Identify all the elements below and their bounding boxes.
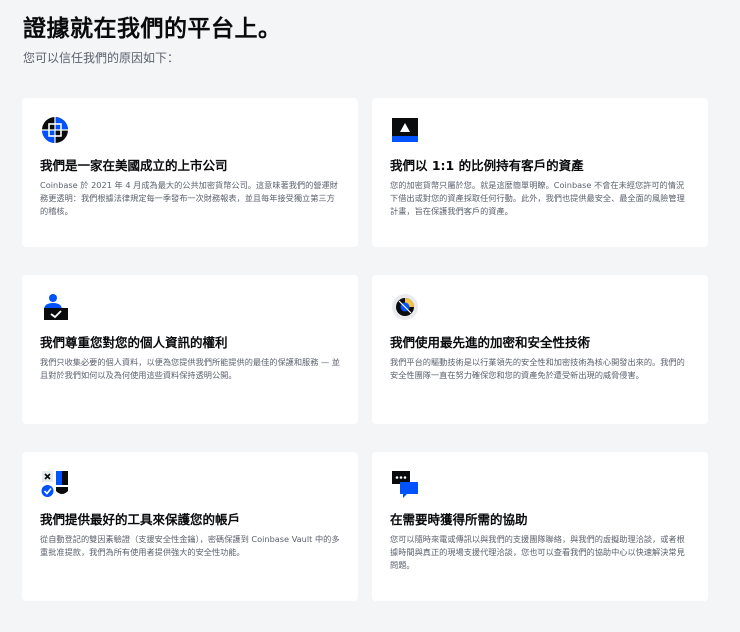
trust-reasons-grid: 我們是一家在美國成立的上市公司 Coinbase 於 2021 年 4 月成為最… [22, 98, 708, 601]
card-asset-custody: 我們以 1:1 的比例持有客戶的資產 您的加密貨幣只屬於您。就是這麼簡單明瞭。C… [372, 98, 708, 247]
card-privacy: 我們尊重您對您的個人資訊的權利 我們只收集必要的個人資料，以便為您提供我們所能提… [22, 275, 358, 424]
card-encryption: 我們使用最先進的加密和安全性技術 我們平台的驅動技術是以行業領先的安全性和加密技… [372, 275, 708, 424]
card-support: 在需要時獲得所需的協助 您可以隨時來電或傳訊以與我們的支援團隊聯絡，與我們的虛擬… [372, 452, 708, 601]
card-description: 從自動登記的雙因素驗證（支援安全性金鑰），密碼保護到 Coinbase Vaul… [40, 534, 340, 557]
page-title: 證據就在我們的平台上。 [23, 16, 282, 42]
card-account-tools: 我們提供最好的工具來保護您的帳戶 從自動登記的雙因素驗證（支援安全性金鑰），密碼… [22, 452, 358, 601]
page-header: 證據就在我們的平台上。 您可以信任我們的原因如下： [23, 12, 717, 67]
encryption-security-icon [392, 294, 418, 320]
card-public-company: 我們是一家在美國成立的上市公司 Coinbase 於 2021 年 4 月成為最… [22, 98, 358, 247]
card-description: Coinbase 於 2021 年 4 月成為最大的公共加密貨幣公司。這意味著我… [40, 180, 338, 216]
public-company-globe-icon [42, 117, 68, 143]
card-title: 我們以 1:1 的比例持有客戶的資產 [390, 158, 584, 173]
card-title: 在需要時獲得所需的協助 [390, 512, 528, 527]
card-description: 您的加密貨幣只屬於您。就是這麼簡單明瞭。Coinbase 不會在未經您許可的情況… [390, 180, 685, 216]
support-chat-icon [392, 471, 418, 498]
user-privacy-icon [44, 294, 68, 320]
card-description: 我們只收集必要的個人資料，以便為您提供我們所能提供的最佳的保護和服務 — 並且對… [40, 357, 340, 380]
card-title: 我們使用最先進的加密和安全性技術 [390, 335, 591, 350]
card-title: 我們提供最好的工具來保護您的帳戶 [40, 512, 241, 527]
card-title: 我們是一家在美國成立的上市公司 [40, 158, 228, 173]
card-description: 我們平台的驅動技術是以行業領先的安全性和加密技術為核心開發出來的。我們的安全性團… [390, 357, 685, 380]
page-subtitle: 您可以信任我們的原因如下： [23, 51, 180, 65]
card-description: 您可以隨時來電或傳訊以與我們的支援團隊聯絡，與我們的虛擬助理洽談，或者根據時間與… [390, 534, 685, 570]
vault-assets-icon [392, 118, 418, 142]
account-protection-tools-icon [41, 471, 68, 497]
card-title: 我們尊重您對您的個人資訊的權利 [40, 335, 228, 350]
